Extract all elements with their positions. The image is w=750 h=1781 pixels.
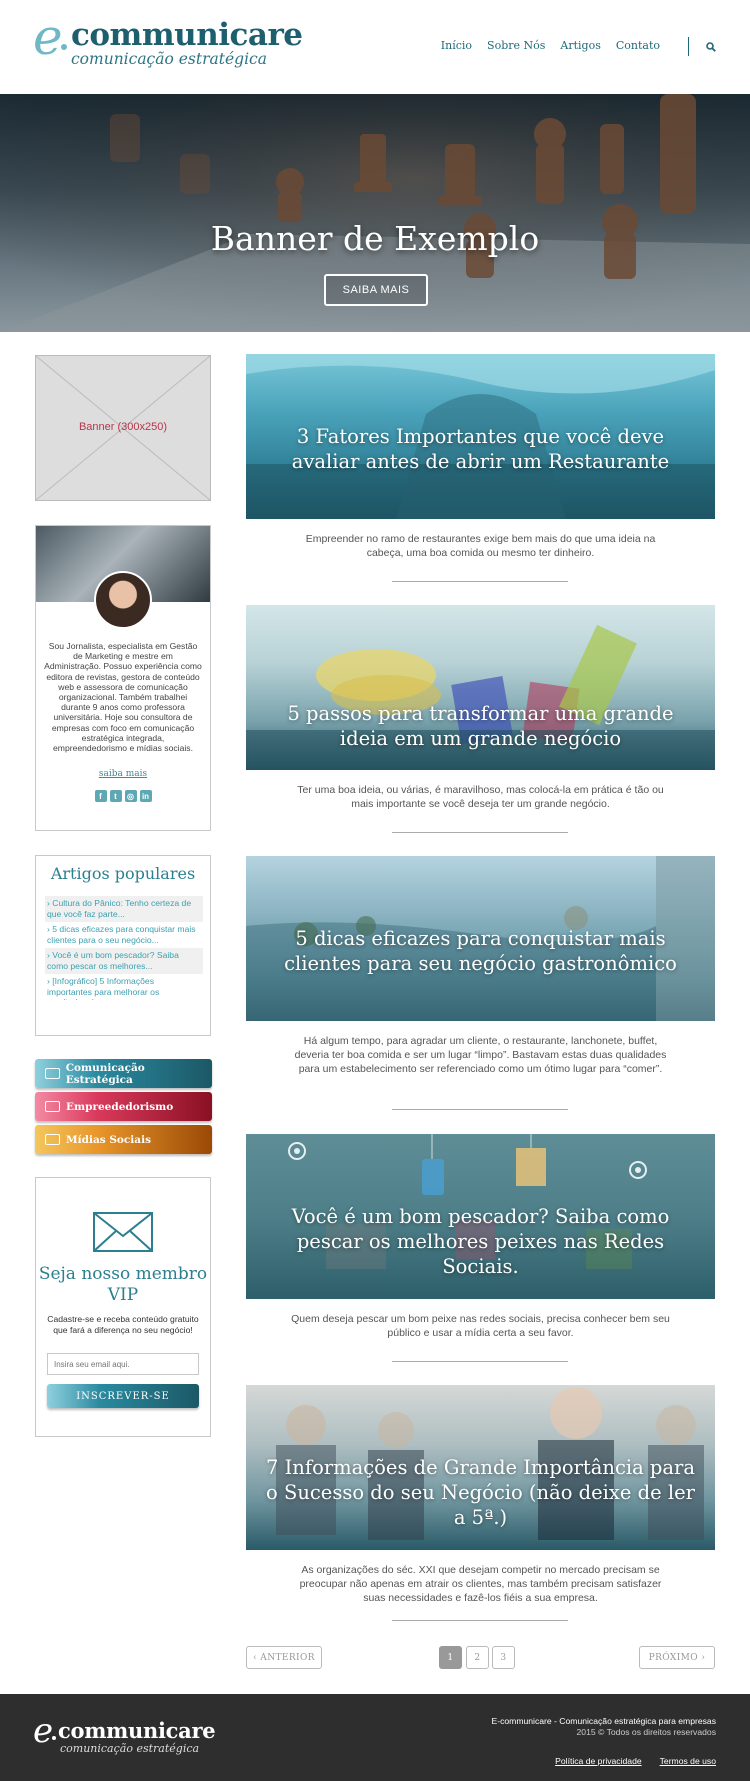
- article-title[interactable]: 7 Informações de Grande Importância para…: [266, 1455, 695, 1530]
- briefcase-icon: [45, 1101, 60, 1112]
- vip-signup-widget: Seja nosso membro VIP Cadastre-se e rece…: [35, 1177, 211, 1437]
- search-icon[interactable]: [706, 42, 716, 52]
- twitter-icon[interactable]: t: [109, 790, 122, 802]
- footer-logo-e: e: [33, 1711, 54, 1751]
- article-excerpt: Há algum tempo, para agradar um cliente,…: [294, 1035, 667, 1075]
- bio-text: Sou Jornalista, especialista em Gestão d…: [44, 641, 202, 754]
- article-title[interactable]: 3 Fatores Importantes que você deve aval…: [266, 424, 695, 474]
- newspaper-icon: [45, 1068, 60, 1079]
- footer-links: Política de privacidade Termos de uso: [555, 1756, 716, 1766]
- footer-info: E-communicare - Comunicação estratégica …: [492, 1716, 717, 1737]
- nav-item-inicio[interactable]: Início: [441, 39, 472, 52]
- article-card: 5 dicas eficazes para conquistar mais cl…: [246, 856, 715, 1136]
- nav-item-contato[interactable]: Contato: [616, 39, 660, 52]
- category-empreendedorismo-button[interactable]: Empreededorismo: [35, 1092, 212, 1121]
- main-nav: Início Sobre Nós Artigos Contato: [441, 39, 660, 52]
- category-comunicacao-button[interactable]: Comunicação Estratégica: [35, 1059, 212, 1088]
- category-label: Empreededorismo: [66, 1100, 174, 1113]
- article-divider: [392, 832, 568, 833]
- logo-word: communicare: [71, 17, 303, 53]
- bio-saiba-mais-link[interactable]: saiba mais: [36, 769, 210, 779]
- footer-copyright: 2015 © Todos os direitos reservados: [576, 1727, 716, 1737]
- logo-e: e: [33, 8, 63, 66]
- article-card: 5 passos para transformar uma grande ide…: [246, 605, 715, 845]
- article-excerpt: Ter uma boa ideia, ou várias, é maravilh…: [297, 784, 664, 810]
- pagination-page-3[interactable]: 3: [492, 1646, 515, 1669]
- author-bio-card: Sou Jornalista, especialista em Gestão d…: [35, 525, 211, 831]
- sidebar-ad-banner[interactable]: Banner (300x250): [35, 355, 211, 501]
- pagination-next-button[interactable]: PRÓXIMO ›: [639, 1646, 715, 1669]
- popular-item[interactable]: › 5 dicas eficazes para conquistar mais …: [45, 922, 203, 948]
- site-footer: e communicare comunicação estratégica E-…: [0, 1694, 750, 1781]
- popular-articles-widget: Artigos populares › Cultura do Pânico: T…: [35, 855, 211, 1036]
- chat-bubbles-icon: [45, 1134, 60, 1145]
- vip-subscribe-button[interactable]: INSCREVER-SE: [47, 1384, 199, 1408]
- site-logo[interactable]: e communicare comunicação estratégica: [33, 12, 303, 74]
- footer-privacy-link[interactable]: Política de privacidade: [555, 1756, 641, 1766]
- article-divider: [392, 1620, 568, 1621]
- linkedin-icon[interactable]: in: [139, 790, 152, 802]
- article-divider: [392, 1109, 568, 1110]
- pagination-prev-button[interactable]: ‹ ANTERIOR: [246, 1646, 322, 1669]
- category-label: Comunicação Estratégica: [65, 1061, 145, 1086]
- article-card: 7 Informações de Grande Importância para…: [246, 1385, 715, 1625]
- article-title[interactable]: 5 dicas eficazes para conquistar mais cl…: [266, 926, 695, 976]
- article-excerpt: As organizações do séc. XXI que desejam …: [299, 1564, 662, 1604]
- facebook-icon[interactable]: f: [94, 790, 107, 802]
- popular-list: › Cultura do Pânico: Tenho certeza de qu…: [45, 896, 203, 1000]
- footer-logo-tagline: comunicação estratégica: [60, 1742, 200, 1755]
- nav-item-artigos[interactable]: Artigos: [560, 39, 600, 52]
- vip-email-input[interactable]: [47, 1353, 199, 1375]
- article-divider: [392, 1361, 568, 1362]
- vip-title: Seja nosso membro VIP: [38, 1264, 208, 1305]
- site-header: e communicare comunicação estratégica In…: [0, 0, 750, 94]
- envelope-icon: [93, 1212, 153, 1252]
- article-card: Você é um bom pescador? Saiba como pesca…: [246, 1134, 715, 1374]
- footer-logo-dot: [52, 1736, 56, 1740]
- footer-logo-word: communicare: [58, 1718, 216, 1743]
- nav-item-sobre-nos[interactable]: Sobre Nós: [487, 39, 545, 52]
- pagination-page-2[interactable]: 2: [466, 1646, 489, 1669]
- vip-text: Cadastre-se e receba conteúdo gratuito q…: [47, 1314, 199, 1335]
- category-label: Mídias Sociais: [66, 1133, 151, 1146]
- article-card: 3 Fatores Importantes que você deve aval…: [246, 354, 715, 594]
- article-excerpt: Empreender no ramo de restaurantes exige…: [305, 533, 656, 559]
- article-title[interactable]: 5 passos para transformar uma grande ide…: [266, 701, 695, 751]
- footer-terms-link[interactable]: Termos de uso: [660, 1756, 716, 1766]
- article-title[interactable]: Você é um bom pescador? Saiba como pesca…: [266, 1204, 695, 1279]
- ad-label: Banner (300x250): [78, 421, 168, 433]
- popular-item[interactable]: › [Infográfico] 5 Informações importante…: [45, 974, 203, 1000]
- hero-title: Banner de Exemplo: [210, 219, 540, 258]
- article-excerpt: Quem deseja pescar um bom peixe nas rede…: [291, 1313, 670, 1339]
- popular-item[interactable]: › Cultura do Pânico: Tenho certeza de qu…: [45, 896, 203, 922]
- logo-tagline: comunicação estratégica: [71, 50, 267, 68]
- logo-dot: [61, 44, 67, 50]
- instagram-icon[interactable]: ◎: [124, 790, 137, 802]
- popular-title: Artigos populares: [50, 864, 196, 883]
- social-icons: f t ◎ in: [36, 790, 210, 802]
- article-divider: [392, 581, 568, 582]
- footer-company-line: E-communicare - Comunicação estratégica …: [491, 1716, 717, 1726]
- nav-divider: [688, 37, 689, 56]
- pagination-page-1[interactable]: 1: [439, 1646, 462, 1669]
- popular-item[interactable]: › Você é um bom pescador? Saiba como pes…: [45, 948, 203, 974]
- hero-saiba-mais-button[interactable]: SAIBA MAIS: [324, 274, 428, 306]
- author-avatar: [94, 571, 152, 629]
- category-midias-sociais-button[interactable]: Mídias Sociais: [35, 1125, 212, 1154]
- footer-logo[interactable]: e communicare comunicação estratégica: [33, 1714, 233, 1762]
